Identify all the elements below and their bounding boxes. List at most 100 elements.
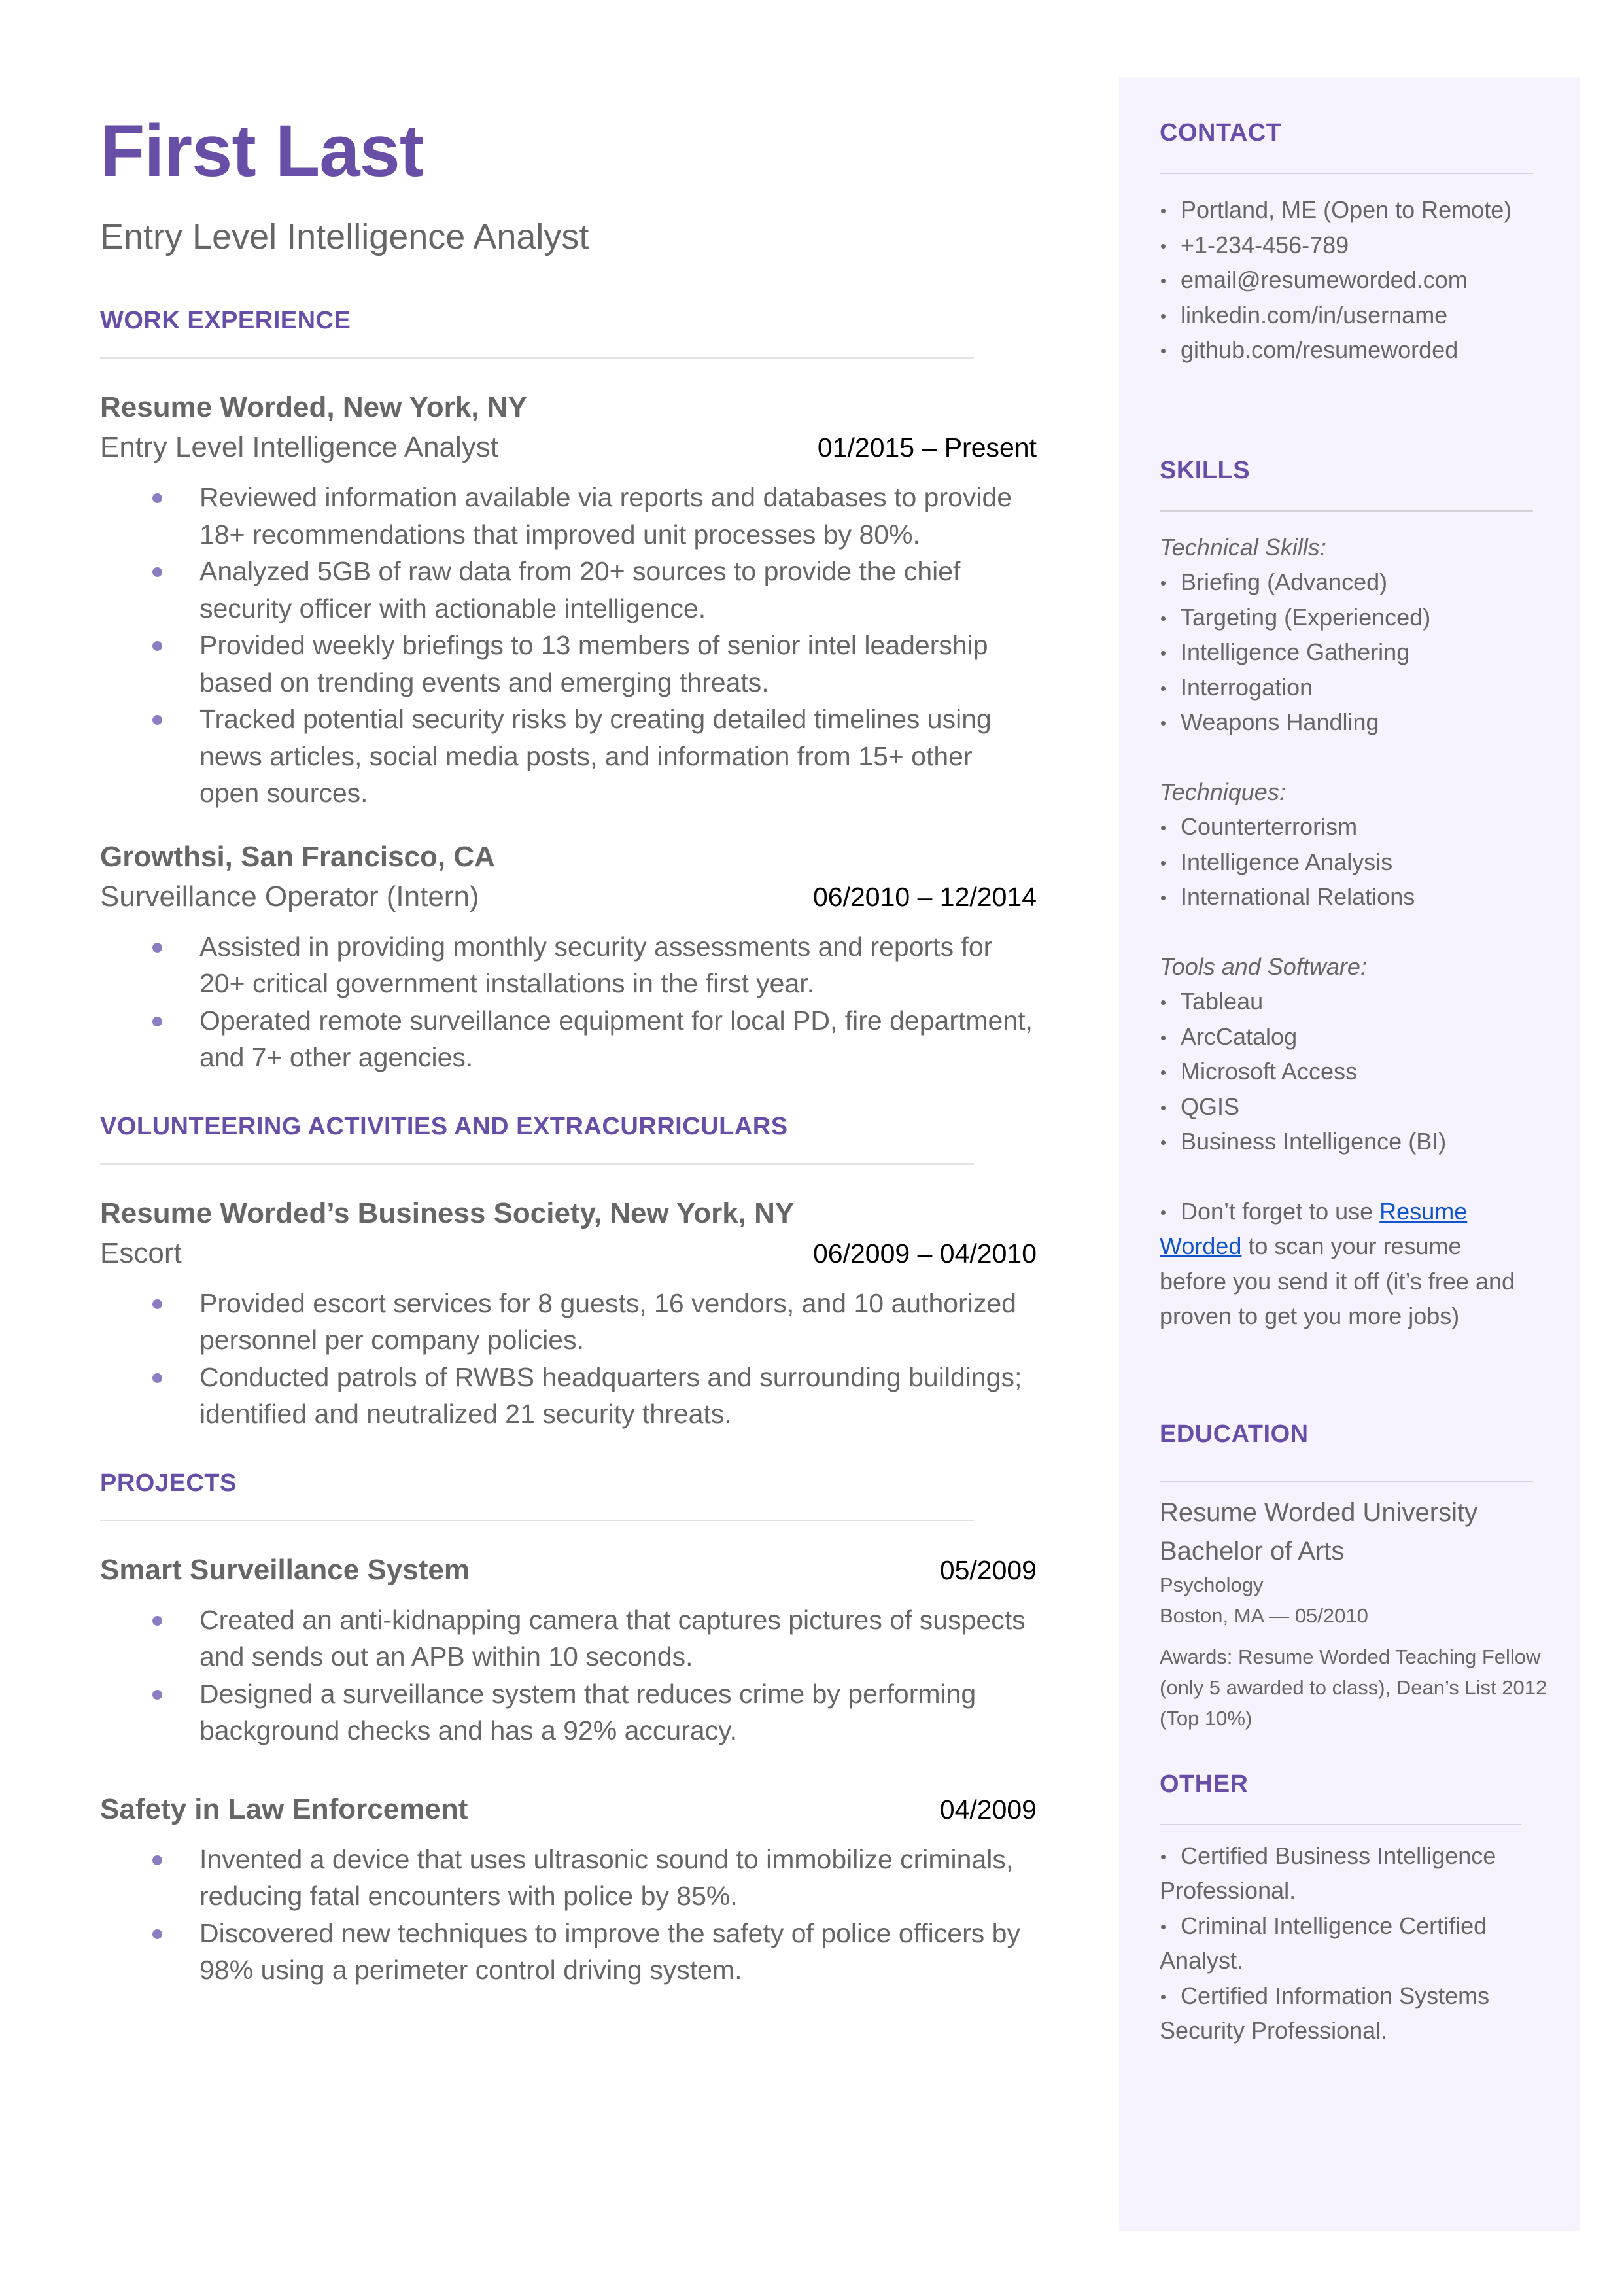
- project-entry: Smart Surveillance System 05/2009 Create…: [100, 1553, 1037, 1749]
- job-role: Surveillance Operator (Intern): [100, 880, 479, 913]
- skill-text: Tableau: [1181, 988, 1264, 1015]
- bullet-item: Analyzed 5GB of raw data from 20+ source…: [100, 553, 1037, 627]
- bullet-dot-icon: [1161, 1994, 1166, 1999]
- bullet-dot-icon: [152, 567, 162, 577]
- bullet-dot-icon: [1161, 1000, 1166, 1005]
- skill-item: Targeting (Experienced): [1160, 600, 1552, 635]
- contact-email[interactable]: email@resumeworded.com: [1160, 262, 1552, 298]
- contact-github[interactable]: github.com/resumeworded: [1160, 332, 1552, 368]
- bullet-item: Designed a surveillance system that redu…: [100, 1675, 1037, 1749]
- contact-linkedin[interactable]: linkedin.com/in/username: [1160, 298, 1552, 333]
- skill-item: Briefing (Advanced): [1160, 565, 1552, 600]
- skill-category: Tools and Software:: [1160, 953, 1367, 980]
- candidate-name: First Last: [100, 110, 424, 192]
- skill-text: Briefing (Advanced): [1181, 569, 1388, 595]
- company-name: Growthsi, San Francisco, CA: [100, 840, 495, 873]
- bullet-item: Reviewed information available via repor…: [100, 479, 1037, 553]
- volunteer-role: Escort: [100, 1236, 182, 1269]
- skill-text: ArcCatalog: [1181, 1023, 1298, 1050]
- main-column: First Last Entry Level Intelligence Anal…: [100, 114, 1037, 1989]
- skill-category: Technical Skills:: [1160, 533, 1326, 561]
- bullet-text: Assisted in providing monthly security a…: [199, 931, 993, 999]
- bullet-dot-icon: [1161, 1210, 1166, 1215]
- bullet-list: Assisted in providing monthly security a…: [100, 928, 1037, 1076]
- sidebar: CONTACT Portland, ME (Open to Remote) +1…: [1119, 77, 1580, 2231]
- skill-item: Intelligence Analysis: [1160, 845, 1552, 880]
- bullet-list: Provided escort services for 8 guests, 1…: [100, 1285, 1037, 1433]
- resume-worded-tip: Don’t forget to use Resume Worded to sca…: [1160, 1194, 1526, 1334]
- skill-item: Microsoft Access: [1160, 1054, 1552, 1089]
- bullet-dot-icon: [152, 1689, 162, 1700]
- bullet-dot-icon: [1161, 1070, 1166, 1075]
- bullet-dot-icon: [1161, 651, 1166, 656]
- skill-item: International Relations: [1160, 879, 1552, 915]
- certification-text: Certified Information Systems Security P…: [1160, 1982, 1490, 2044]
- certification-item: Criminal Intelligence Certified Analyst.: [1160, 1908, 1526, 1978]
- certification-text: Certified Business Intelligence Professi…: [1160, 1842, 1496, 1904]
- project-date: 05/2009: [939, 1554, 1037, 1585]
- contact-phone: +1-234-456-789: [1160, 228, 1552, 263]
- bullet-dot-icon: [152, 1299, 162, 1309]
- bullet-dot-icon: [152, 1929, 162, 1939]
- skill-item: Counterterrorism: [1160, 809, 1552, 845]
- contact-heading: CONTACT: [1160, 119, 1282, 147]
- skill-text: QGIS: [1181, 1093, 1240, 1120]
- bullet-dot-icon: [1161, 243, 1166, 249]
- bullet-dot-icon: [1161, 826, 1166, 830]
- other-heading: OTHER: [1160, 1770, 1249, 1798]
- bullet-dot-icon: [1161, 1035, 1166, 1040]
- bullet-text: Created an anti-kidnapping camera that c…: [199, 1604, 1026, 1672]
- bullet-item: Assisted in providing monthly security a…: [100, 928, 1037, 1002]
- bullet-dot-icon: [1161, 1854, 1166, 1859]
- bullet-text: Reviewed information available via repor…: [199, 482, 1012, 550]
- work-entry: Resume Worded, New York, NY Entry Level …: [100, 393, 1037, 812]
- bullet-dot-icon: [1161, 581, 1166, 586]
- skill-item: ArcCatalog: [1160, 1019, 1552, 1055]
- bullet-text: Conducted patrols of RWBS headquarters a…: [199, 1361, 1022, 1429]
- bullet-item: Provided escort services for 8 guests, 1…: [100, 1285, 1037, 1359]
- skill-text: Intelligence Gathering: [1181, 639, 1410, 665]
- skill-text: Targeting (Experienced): [1181, 603, 1431, 631]
- bullet-text: Analyzed 5GB of raw data from 20+ source…: [199, 556, 961, 623]
- work-entry: Growthsi, San Francisco, CA Surveillance…: [100, 840, 1037, 1076]
- bullet-dot-icon: [1161, 686, 1166, 691]
- email-link[interactable]: email@resumeworded.com: [1181, 266, 1468, 293]
- bullet-dot-icon: [1161, 1105, 1166, 1110]
- github-link[interactable]: github.com/resumeworded: [1181, 336, 1458, 363]
- bullet-dot-icon: [152, 1615, 162, 1626]
- bullet-text: Operated remote surveillance equipment f…: [199, 1005, 1033, 1073]
- project-name: Smart Surveillance System: [100, 1553, 470, 1586]
- bullet-dot-icon: [152, 1855, 162, 1865]
- certification-item: Certified Business Intelligence Professi…: [1160, 1838, 1526, 1908]
- section-divider: [1160, 173, 1533, 174]
- skill-item: Business Intelligence (BI): [1160, 1124, 1552, 1159]
- bullet-list: Reviewed information available via repor…: [100, 479, 1037, 812]
- skills-heading: SKILLS: [1160, 456, 1251, 484]
- education-heading: EDUCATION: [1160, 1420, 1309, 1448]
- bullet-dot-icon: [152, 493, 162, 503]
- skill-text: Weapons Handling: [1181, 709, 1379, 735]
- skill-list: Tableau ArcCatalog Microsoft Access QGIS…: [1160, 984, 1552, 1159]
- bullet-dot-icon: [1161, 896, 1166, 900]
- section-divider: [100, 1163, 974, 1165]
- bullet-text: Provided weekly briefings to 13 members …: [199, 630, 988, 697]
- bullet-text: Discovered new techniques to improve the…: [199, 1918, 1020, 1986]
- contact-location: Portland, ME (Open to Remote): [1160, 192, 1552, 228]
- section-divider: [100, 357, 974, 359]
- linkedin-link[interactable]: linkedin.com/in/username: [1181, 302, 1447, 328]
- bullet-dot-icon: [1161, 616, 1166, 621]
- bullet-text: Provided escort services for 8 guests, 1…: [199, 1288, 1016, 1356]
- volunteer-entry: Resume Worded’s Business Society, New Yo…: [100, 1199, 1037, 1433]
- project-entry: Safety in Law Enforcement 04/2009 Invent…: [100, 1795, 1037, 1989]
- bullet-dot-icon: [152, 1373, 162, 1383]
- bullet-item: Operated remote surveillance equipment f…: [100, 1002, 1037, 1076]
- education-awards: Awards: Resume Worded Teaching Fellow (o…: [1160, 1645, 1547, 1730]
- contact-list: Portland, ME (Open to Remote) +1-234-456…: [1160, 192, 1552, 368]
- skill-text: Business Intelligence (BI): [1181, 1128, 1447, 1155]
- bullet-dot-icon: [1161, 1140, 1166, 1145]
- bullet-dot-icon: [1161, 313, 1166, 319]
- skill-text: Intelligence Analysis: [1181, 848, 1393, 875]
- bullet-item: Provided weekly briefings to 13 members …: [100, 627, 1037, 701]
- company-name: Resume Worded, New York, NY: [100, 391, 527, 423]
- projects-heading: PROJECTS: [100, 1469, 237, 1497]
